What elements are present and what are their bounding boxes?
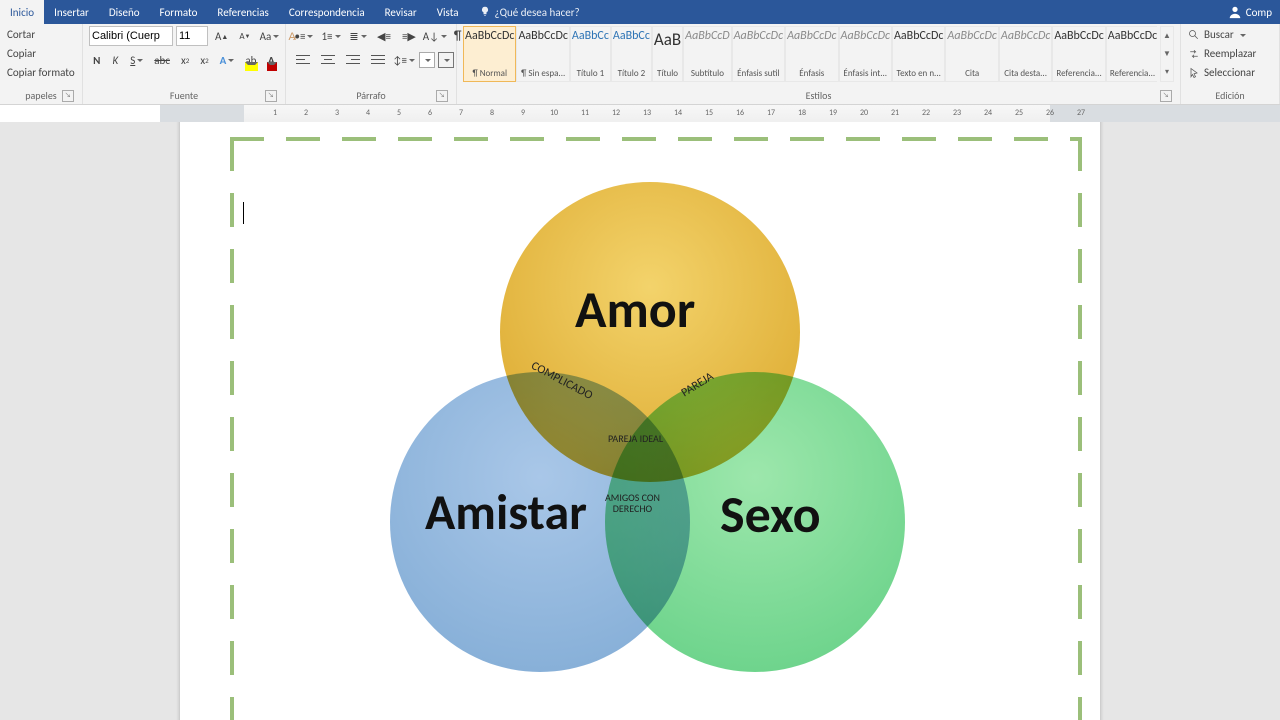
highlight-button[interactable]: ab (241, 50, 260, 70)
font-name-select[interactable] (89, 26, 173, 46)
align-left-button[interactable] (292, 50, 314, 70)
style-item[interactable]: AaBbCcDcReferencia... (1052, 26, 1105, 82)
tab-correspondencia[interactable]: Correspondencia (279, 0, 375, 24)
venn-label-sexo: Sexo (720, 482, 821, 546)
group-paragraph: •≡ 1≡ ≣ ◀≡ ≡▶ A↓ ¶ ↕≡ Párrafo↘ (286, 24, 457, 104)
venn-diagram[interactable]: Amor Amistar Sexo COMPLICADO PAREJA PARE… (390, 182, 890, 720)
tell-me-label: ¿Qué desea hacer? (495, 6, 580, 19)
group-label-styles: Estilos↘ (463, 89, 1174, 104)
format-painter-button[interactable]: Copiar formato (6, 64, 76, 81)
increase-indent-button[interactable]: ≡▶ (398, 26, 420, 46)
borders-button[interactable] (438, 52, 454, 68)
text-cursor (243, 202, 244, 224)
ribbon-tabs: Inicio Insertar Diseño Formato Referenci… (0, 0, 1280, 24)
subscript-button[interactable]: x2 (177, 50, 193, 70)
tell-me-search[interactable]: ¿Qué desea hacer? (469, 0, 590, 24)
group-styles: AaBbCcDc¶ NormalAaBbCcDc¶ Sin espa...AaB… (457, 24, 1181, 104)
style-item[interactable]: AaBbCcTítulo 1 (570, 26, 611, 82)
style-item[interactable]: AaBbCcDc¶ Normal (463, 26, 516, 82)
dialog-launcher-icon[interactable]: ↘ (436, 90, 448, 102)
style-item[interactable]: AaBbCcDcÉnfasis int... (839, 26, 892, 82)
search-icon (1188, 29, 1200, 41)
style-item[interactable]: AaBTítulo (652, 26, 683, 82)
style-item[interactable]: AaBbCcDcÉnfasis (785, 26, 838, 82)
superscript-button[interactable]: x2 (196, 50, 212, 70)
styles-gallery-more[interactable]: ▲▼▾ (1160, 26, 1174, 82)
spacer (590, 0, 1220, 24)
shading-button[interactable] (419, 52, 435, 68)
font-size-select[interactable] (176, 26, 208, 46)
text-effects-button[interactable]: A (216, 50, 239, 70)
group-label-font: Fuente↘ (89, 89, 279, 104)
justify-button[interactable] (367, 50, 389, 70)
group-label-paragraph: Párrafo↘ (292, 89, 450, 104)
account-label: Comp (1246, 6, 1272, 19)
group-label-clipboard: papeles↘ (6, 89, 76, 104)
align-center-button[interactable] (317, 50, 339, 70)
cut-button[interactable]: Cortar (6, 26, 76, 43)
style-item[interactable]: AaBbCcDcTexto en n... (892, 26, 945, 82)
italic-button[interactable]: K (108, 50, 124, 70)
dialog-launcher-icon[interactable]: ↘ (62, 90, 74, 102)
decrease-indent-button[interactable]: ◀≡ (373, 26, 395, 46)
user-icon (1228, 5, 1242, 19)
lightbulb-icon (479, 6, 491, 18)
styles-gallery[interactable]: AaBbCcDc¶ NormalAaBbCcDc¶ Sin espa...AaB… (463, 26, 1157, 82)
tab-formato[interactable]: Formato (150, 0, 208, 24)
venn-label-amor: Amor (575, 277, 695, 341)
tab-vista[interactable]: Vista (427, 0, 469, 24)
style-item[interactable]: AaBbCcTítulo 2 (611, 26, 652, 82)
style-item[interactable]: AaBbCcDcCita desta... (999, 26, 1052, 82)
group-label-editing: Edición (1187, 89, 1273, 104)
group-clipboard: Cortar Copiar Copiar formato papeles↘ (0, 24, 83, 104)
tab-referencias[interactable]: Referencias (207, 0, 278, 24)
change-case-button[interactable]: Aa (257, 26, 281, 46)
tab-insertar[interactable]: Insertar (44, 0, 99, 24)
venn-label-ideal: PAREJA IDEAL (608, 432, 663, 445)
tab-diseno[interactable]: Diseño (99, 0, 150, 24)
bullets-button[interactable]: •≡ (292, 26, 316, 46)
find-button[interactable]: Buscar (1187, 26, 1273, 43)
replace-icon (1188, 48, 1200, 60)
replace-button[interactable]: Reemplazar (1187, 45, 1273, 62)
line-spacing-button[interactable]: ↕≡ (392, 50, 416, 70)
style-item[interactable]: AaBbCcDcReferencia... (1106, 26, 1157, 82)
copy-button[interactable]: Copiar (6, 45, 76, 62)
tab-revisar[interactable]: Revisar (375, 0, 427, 24)
ribbon: Cortar Copiar Copiar formato papeles↘ A▲… (0, 24, 1280, 105)
underline-button[interactable]: S (126, 50, 147, 70)
cursor-icon (1188, 67, 1200, 79)
account-button[interactable]: Comp (1220, 0, 1280, 24)
tab-inicio[interactable]: Inicio (0, 0, 44, 24)
font-color-button[interactable]: A (263, 50, 279, 70)
numbering-button[interactable]: 1≡ (319, 26, 343, 46)
multilevel-list-button[interactable]: ≣ (346, 26, 370, 46)
dialog-launcher-icon[interactable]: ↘ (265, 90, 277, 102)
venn-label-amistar: Amistar (425, 482, 587, 543)
bold-button[interactable]: N (89, 50, 105, 70)
style-item[interactable]: AaBbCcDc¶ Sin espa... (516, 26, 569, 82)
shrink-font-button[interactable]: A▼ (235, 26, 254, 46)
dialog-launcher-icon[interactable]: ↘ (1160, 90, 1172, 102)
style-item[interactable]: AaBbCcDcCita (945, 26, 998, 82)
style-item[interactable]: AaBbCcDcÉnfasis sutil (732, 26, 785, 82)
group-editing: Buscar Reemplazar Seleccionar Edición (1181, 24, 1280, 104)
align-right-button[interactable] (342, 50, 364, 70)
select-button[interactable]: Seleccionar (1187, 64, 1273, 81)
document-page[interactable]: Amor Amistar Sexo COMPLICADO PAREJA PARE… (180, 122, 1100, 720)
style-item[interactable]: AaBbCcDSubtítulo (683, 26, 731, 82)
venn-label-amigos: AMIGOS CONDERECHO (605, 492, 660, 514)
strikethrough-button[interactable]: abc (150, 50, 174, 70)
grow-font-button[interactable]: A▲ (211, 26, 232, 46)
sort-button[interactable]: A↓ (423, 26, 447, 46)
group-font: A▲ A▼ Aa A̷ N K S abc x2 x2 A ab A Fuent… (83, 24, 286, 104)
workspace[interactable]: Amor Amistar Sexo COMPLICADO PAREJA PARE… (0, 122, 1280, 720)
